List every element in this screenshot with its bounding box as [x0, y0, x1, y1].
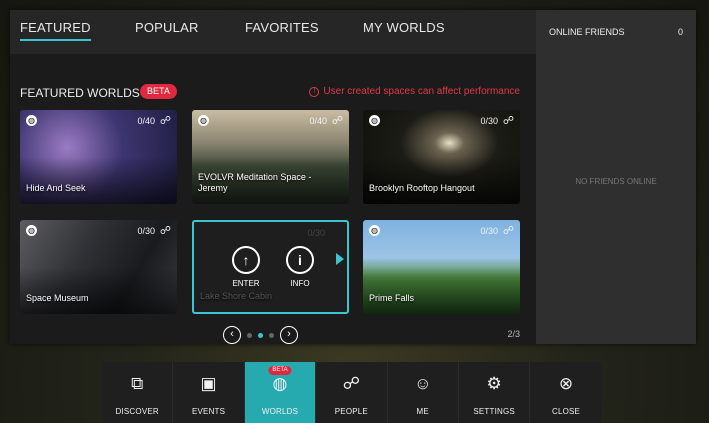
world-card[interactable]: ◍ 0/30 ☍ Space Museum — [20, 220, 177, 314]
world-title: EVOLVR Meditation Space - Jeremy — [198, 172, 312, 193]
people-icon: ☍ — [159, 115, 171, 127]
world-title: Lake Shore Cabin — [200, 291, 273, 301]
menu-panel: FEATURED POPULAR FAVORITES MY WORLDS FEA… — [10, 10, 696, 344]
warning-text: User created spaces can affect performan… — [323, 86, 520, 97]
people-icon: ☍ — [331, 115, 343, 127]
world-card[interactable]: ◍ 0/40 ☍ Hide And Seek — [20, 110, 177, 204]
dock-label: WORLDS — [261, 407, 299, 416]
play-arrow-icon — [336, 253, 344, 265]
enter-button[interactable]: ↑ ENTER — [226, 246, 266, 288]
previous-page-button[interactable]: ‹ — [223, 326, 241, 344]
dock-label: CLOSE — [551, 407, 581, 416]
people-icon: ☍ — [342, 374, 360, 393]
tab-popular[interactable]: POPULAR — [135, 20, 199, 35]
gear-icon: ⚙ — [486, 374, 502, 393]
enter-icon: ↑ — [232, 246, 260, 274]
world-title: Prime Falls — [369, 293, 415, 303]
warning-icon: ! — [309, 86, 320, 97]
close-icon: ⊗ — [558, 374, 574, 393]
player-count: 0/40 — [137, 116, 155, 126]
page-dot[interactable] — [269, 332, 274, 338]
world-card[interactable]: ◍ 0/30 ☍ Brooklyn Rooftop Hangout — [363, 110, 520, 204]
dock-label: PEOPLE — [334, 407, 368, 416]
world-card-selected[interactable]: 0/30 ↑ ENTER i INFO Lake Shore Cabin — [192, 220, 349, 314]
dock-settings[interactable]: ⚙ SETTINGS — [459, 362, 531, 423]
page-dot[interactable] — [247, 332, 252, 338]
player-count: 0/30 — [307, 228, 325, 238]
next-page-button[interactable]: › — [280, 326, 298, 344]
dock-label: EVENTS — [191, 407, 226, 416]
tab-favorites[interactable]: FAVORITES — [245, 20, 319, 35]
friends-panel: ONLINE FRIENDS 0 NO FRIENDS ONLINE — [536, 10, 696, 344]
player-count: 0/30 — [480, 116, 498, 126]
world-title: Hide And Seek — [26, 183, 86, 193]
enter-label: ENTER — [232, 279, 260, 288]
globe-icon: ◍ — [26, 115, 37, 126]
player-count: 0/30 — [480, 226, 498, 236]
globe-icon: ◍ — [272, 374, 288, 393]
friends-title: ONLINE FRIENDS — [549, 27, 625, 37]
globe-icon: ◍ — [369, 115, 380, 126]
section-title: FEATURED WORLDS — [20, 86, 140, 100]
world-card[interactable]: ◍ 0/40 ☍ EVOLVR Meditation Space - Jerem… — [192, 110, 349, 204]
page-dot-active[interactable] — [258, 332, 263, 338]
bottom-dock: ⧉ DISCOVER ▣ EVENTS BETA ◍ WORLDS ☍ PEOP… — [102, 362, 602, 423]
info-button[interactable]: i INFO — [280, 246, 320, 288]
people-icon: ☍ — [502, 225, 514, 237]
pagination: ‹ › — [223, 326, 298, 344]
page-indicator: 2/3 — [507, 329, 520, 339]
discover-icon: ⧉ — [131, 374, 144, 393]
world-card[interactable]: ◍ 0/30 ☍ Prime Falls — [363, 220, 520, 314]
people-icon: ☍ — [159, 225, 171, 237]
dock-me[interactable]: ☺ ME — [388, 362, 459, 423]
dock-events[interactable]: ▣ EVENTS — [173, 362, 245, 423]
friends-count: 0 — [677, 27, 683, 37]
top-tabs: FEATURED POPULAR FAVORITES MY WORLDS — [10, 10, 536, 54]
dock-label: ME — [416, 407, 429, 416]
dock-worlds[interactable]: BETA ◍ WORLDS — [244, 362, 317, 423]
globe-icon: ◍ — [369, 225, 380, 236]
globe-icon: ◍ — [198, 115, 209, 126]
info-icon: i — [286, 246, 314, 274]
smiley-icon: ☺ — [414, 374, 432, 393]
worlds-content: FEATURED WORLDS BETA ! User created spac… — [10, 54, 536, 344]
people-icon: ☍ — [502, 115, 514, 127]
beta-badge: BETA — [140, 84, 177, 99]
dock-close[interactable]: ⊗ CLOSE — [530, 362, 601, 423]
info-label: INFO — [290, 279, 310, 288]
player-count: 0/40 — [309, 116, 327, 126]
dock-label: DISCOVER — [115, 407, 159, 416]
tab-my-worlds[interactable]: MY WORLDS — [363, 20, 445, 35]
dock-people[interactable]: ☍ PEOPLE — [316, 362, 388, 423]
performance-warning: ! User created spaces can affect perform… — [309, 86, 520, 97]
dock-discover[interactable]: ⧉ DISCOVER — [102, 362, 174, 423]
dock-label: SETTINGS — [473, 407, 515, 416]
world-title: Brooklyn Rooftop Hangout — [369, 183, 475, 193]
no-friends-text: NO FRIENDS ONLINE — [575, 177, 657, 186]
world-title: Space Museum — [26, 293, 89, 303]
calendar-icon: ▣ — [200, 374, 217, 393]
tab-featured[interactable]: FEATURED — [20, 20, 91, 41]
globe-icon: ◍ — [26, 225, 37, 236]
player-count: 0/30 — [137, 226, 155, 236]
